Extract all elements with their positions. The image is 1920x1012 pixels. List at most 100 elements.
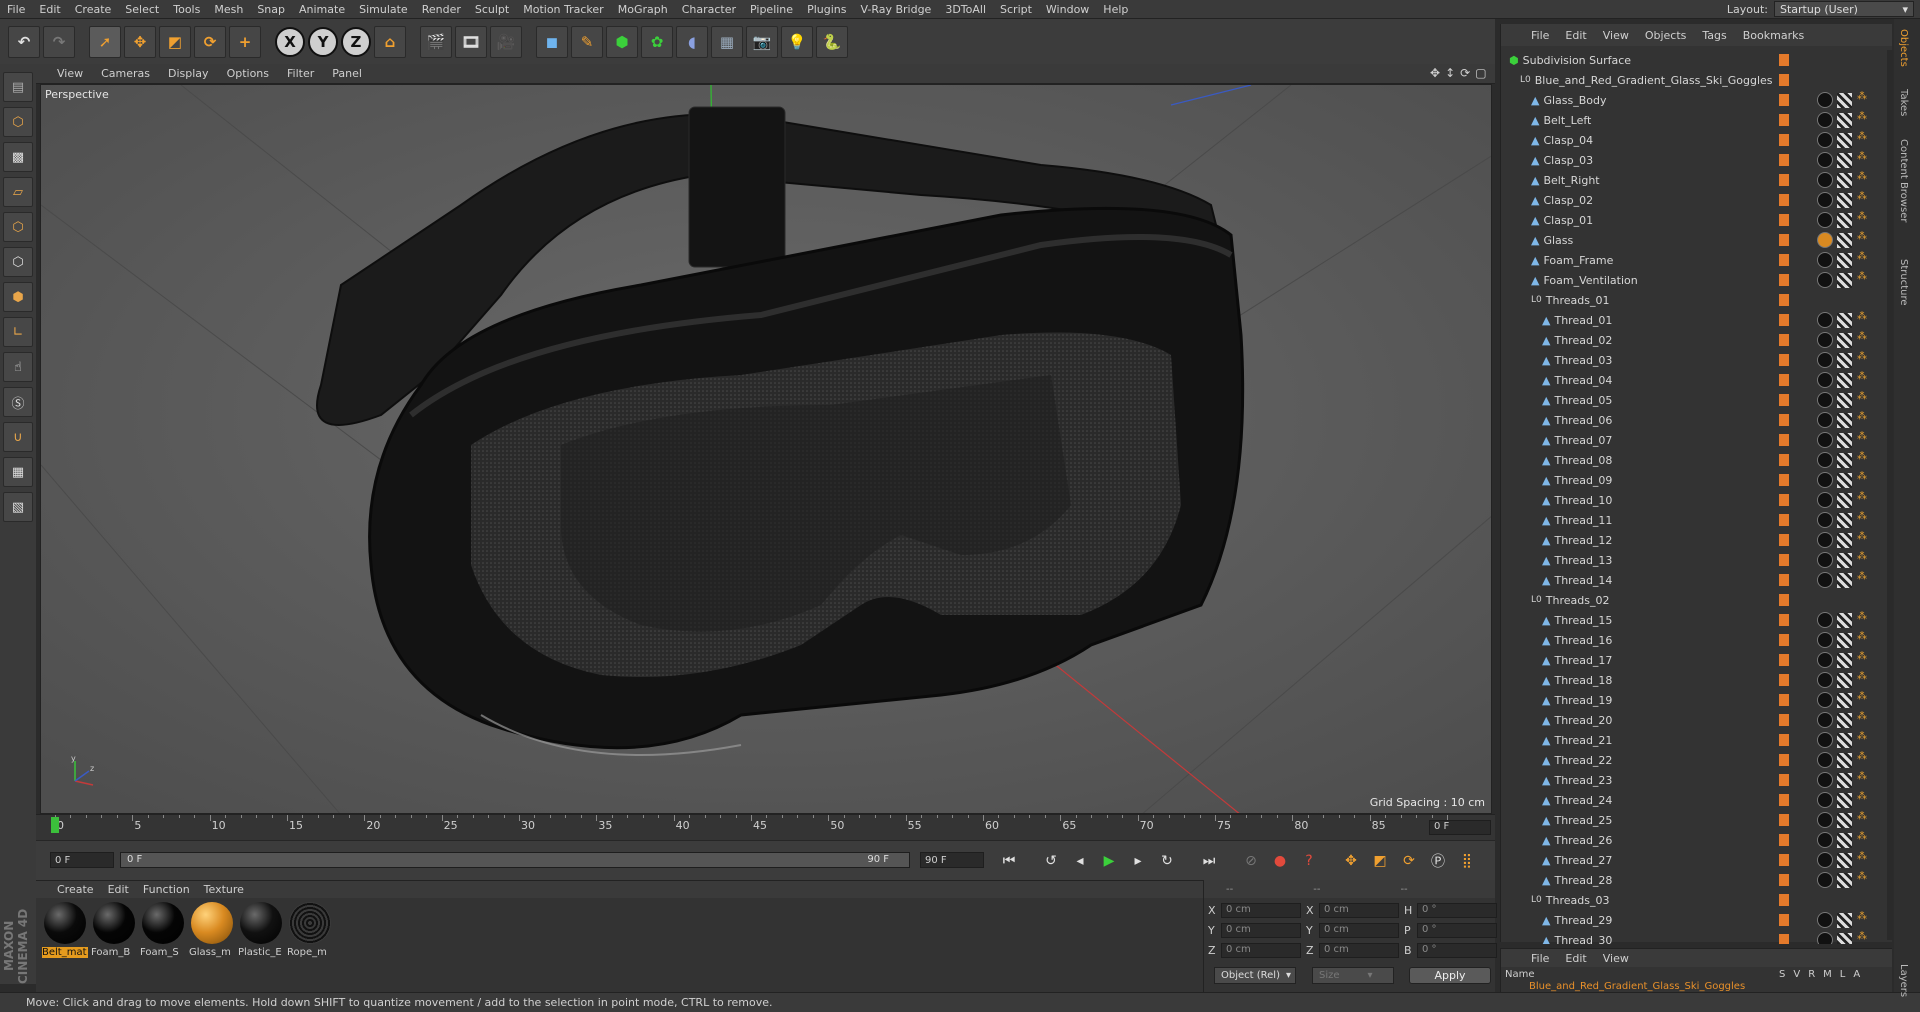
layer-color-toggle[interactable] — [1779, 254, 1789, 266]
object-menu-objects[interactable]: Objects — [1637, 29, 1695, 42]
planar-workplane-icon[interactable]: ▧ — [3, 492, 33, 522]
object-row[interactable]: ▲ Thread_11 ⁂ — [1501, 510, 1893, 530]
material-tag-icon[interactable] — [1817, 392, 1833, 408]
menu-animate[interactable]: Animate — [292, 3, 352, 16]
layer-color-toggle[interactable] — [1779, 394, 1789, 406]
material-swatch[interactable]: Foam_B — [91, 902, 137, 958]
phong-tag-icon[interactable]: ⁂ — [1857, 911, 1869, 928]
coordinate-value-field[interactable]: 0 cm — [1221, 902, 1301, 918]
render-picture-viewer-icon[interactable]: 🎞 — [455, 25, 487, 58]
phong-tag-icon[interactable]: ⁂ — [1857, 931, 1869, 945]
object-row[interactable]: ▲ Belt_Left ⁂ — [1501, 110, 1893, 130]
phong-tag-icon[interactable]: ⁂ — [1857, 391, 1869, 408]
material-tag-icon[interactable] — [1817, 932, 1833, 944]
phong-tag-icon[interactable]: ⁂ — [1857, 351, 1869, 368]
object-menu-tags[interactable]: Tags — [1694, 29, 1734, 42]
material-tag-icon[interactable] — [1817, 832, 1833, 848]
menu-mograph[interactable]: MoGraph — [611, 3, 675, 16]
texture-tag-icon[interactable] — [1837, 832, 1852, 848]
material-tag-icon[interactable] — [1817, 752, 1833, 768]
texture-tag-icon[interactable] — [1837, 772, 1852, 788]
coordinate-value-field[interactable]: 0 ° — [1417, 902, 1497, 918]
menu-motion-tracker[interactable]: Motion Tracker — [516, 3, 610, 16]
layer-column-v[interactable]: V — [1793, 969, 1800, 980]
object-row[interactable]: ▲ Foam_Ventilation ⁂ — [1501, 270, 1893, 290]
polygons-mode-icon[interactable]: ⬢ — [3, 282, 33, 312]
menu-character[interactable]: Character — [675, 3, 743, 16]
texture-tag-icon[interactable] — [1837, 312, 1852, 328]
material-tag-icon[interactable] — [1817, 332, 1833, 348]
phong-tag-icon[interactable]: ⁂ — [1857, 231, 1869, 248]
layer-column-l[interactable]: L — [1840, 969, 1846, 980]
dolly-view-icon[interactable]: ↕ — [1445, 66, 1455, 80]
key-parameter-icon[interactable]: Ⓟ — [1425, 848, 1451, 874]
material-tag-icon[interactable] — [1817, 912, 1833, 928]
object-row[interactable]: ⬢ Subdivision Surface — [1501, 50, 1893, 70]
texture-tag-icon[interactable] — [1837, 372, 1852, 388]
object-row[interactable]: ▲ Thread_16 ⁂ — [1501, 630, 1893, 650]
key-scale-icon[interactable]: ◩ — [1367, 848, 1393, 874]
render-view-icon[interactable]: 🎬 — [420, 25, 452, 58]
texture-tag-icon[interactable] — [1837, 632, 1852, 648]
record-active-icon[interactable]: ● — [1267, 848, 1293, 874]
layer-color-toggle[interactable] — [1779, 814, 1789, 826]
material-tag-icon[interactable] — [1817, 732, 1833, 748]
object-row[interactable]: ▲ Glass ⁂ — [1501, 230, 1893, 250]
phong-tag-icon[interactable]: ⁂ — [1857, 371, 1869, 388]
object-row[interactable]: ▲ Thread_21 ⁂ — [1501, 730, 1893, 750]
texture-tag-icon[interactable] — [1837, 792, 1852, 808]
phong-tag-icon[interactable]: ⁂ — [1857, 831, 1869, 848]
texture-tag-icon[interactable] — [1837, 412, 1852, 428]
texture-tag-icon[interactable] — [1837, 132, 1852, 148]
texture-tag-icon[interactable] — [1837, 472, 1852, 488]
autokey-icon[interactable]: ? — [1296, 848, 1322, 874]
object-row[interactable]: L0 Blue_and_Red_Gradient_Glass_Ski_Goggle… — [1501, 70, 1893, 90]
layer-color-toggle[interactable] — [1779, 274, 1789, 286]
make-editable-icon[interactable]: ▤ — [3, 72, 33, 102]
layer-color-toggle[interactable] — [1779, 354, 1789, 366]
object-row[interactable]: ▲ Glass_Body ⁂ — [1501, 90, 1893, 110]
pan-view-icon[interactable]: ✥ — [1430, 66, 1440, 80]
layer-column-a[interactable]: A — [1853, 969, 1860, 980]
object-row[interactable]: ▲ Foam_Frame ⁂ — [1501, 250, 1893, 270]
object-row[interactable]: ▲ Belt_Right ⁂ — [1501, 170, 1893, 190]
texture-tag-icon[interactable] — [1837, 152, 1852, 168]
magnet-icon[interactable]: ∪ — [3, 422, 33, 452]
object-menu-file[interactable]: File — [1523, 29, 1557, 42]
phong-tag-icon[interactable]: ⁂ — [1857, 511, 1869, 528]
material-swatch[interactable]: Foam_S — [140, 902, 186, 958]
go-to-start-icon[interactable]: ⏮ — [996, 848, 1022, 874]
layer-color-toggle[interactable] — [1779, 154, 1789, 166]
material-swatch[interactable]: Rope_m — [287, 902, 333, 958]
object-row[interactable]: ▲ Thread_12 ⁂ — [1501, 530, 1893, 550]
layer-menu-file[interactable]: File — [1523, 952, 1557, 965]
phong-tag-icon[interactable]: ⁂ — [1857, 871, 1869, 888]
viewport-menu-cameras[interactable]: Cameras — [92, 67, 159, 80]
move-tool-icon[interactable]: ✥ — [124, 25, 156, 58]
phong-tag-icon[interactable]: ⁂ — [1857, 251, 1869, 268]
phong-tag-icon[interactable]: ⁂ — [1857, 651, 1869, 668]
material-tag-icon[interactable] — [1817, 432, 1833, 448]
object-row[interactable]: ▲ Thread_27 ⁂ — [1501, 850, 1893, 870]
material-tag-icon[interactable] — [1817, 852, 1833, 868]
layer-color-toggle[interactable] — [1779, 234, 1789, 246]
menu-script[interactable]: Script — [993, 3, 1039, 16]
object-row[interactable]: ▲ Thread_08 ⁂ — [1501, 450, 1893, 470]
menu-render[interactable]: Render — [415, 3, 468, 16]
material-tag-icon[interactable] — [1817, 612, 1833, 628]
object-row[interactable]: ▲ Thread_23 ⁂ — [1501, 770, 1893, 790]
material-tag-icon[interactable] — [1817, 512, 1833, 528]
side-tab-layers[interactable]: Layers — [1898, 964, 1909, 997]
edges-mode-icon[interactable]: ⬡ — [3, 247, 33, 277]
coordinate-value-field[interactable]: 0 ° — [1417, 922, 1497, 938]
side-tab-objects[interactable]: Objects — [1898, 29, 1909, 67]
menu-mesh[interactable]: Mesh — [207, 3, 250, 16]
layer-color-toggle[interactable] — [1779, 714, 1789, 726]
coordinate-value-field[interactable]: 0 ° — [1417, 942, 1497, 958]
phong-tag-icon[interactable]: ⁂ — [1857, 311, 1869, 328]
phong-tag-icon[interactable]: ⁂ — [1857, 551, 1869, 568]
render-settings-icon[interactable]: 🎥 — [490, 25, 522, 58]
key-position-icon[interactable]: ✥ — [1338, 848, 1364, 874]
layer-color-toggle[interactable] — [1779, 554, 1789, 566]
material-swatch[interactable]: Plastic_E — [238, 902, 284, 958]
